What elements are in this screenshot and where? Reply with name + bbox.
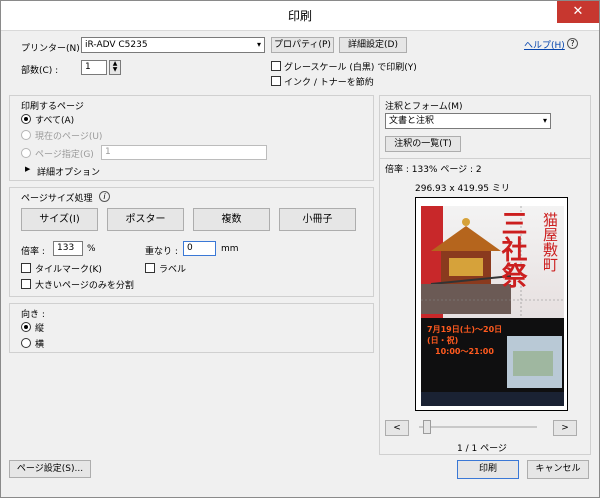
comments-heading: 注釈とフォーム(M) [385,102,463,112]
sizing-heading: ページサイズ処理 [21,194,93,204]
overlap-field[interactable]: 0 [183,241,216,256]
grayscale-checkbox[interactable] [271,61,281,71]
comments-select-value: 文書と注釈 [389,116,435,126]
poster-title: 三社祭 [497,210,527,288]
copies-label: 部数(C) : [21,66,59,76]
printer-select[interactable]: iR-ADV C5235 ▾ [81,37,265,53]
pages-current-label: 現在のページ(U) [35,132,103,142]
tab-poster[interactable]: ポスター [107,208,184,231]
pages-all-label: すべて(A) [35,116,75,126]
page-slider-thumb[interactable] [423,420,431,434]
pages-range-field[interactable]: 1 [101,145,267,160]
preview-size: 296.93 x 419.95 ミリ [415,184,510,194]
portrait-label: 縦 [35,324,45,334]
pages-range-radio[interactable] [21,148,31,158]
orientation-panel [9,303,374,353]
page-count: 1 / 1 ページ [457,444,507,454]
window-title: 印刷 [287,9,312,23]
overlap-unit: mm [221,244,239,254]
poster-date: 7月19日(土)〜20日(日・祝) [427,325,503,345]
properties-button[interactable]: プロパティ(P) [271,37,334,53]
advanced-button[interactable]: 詳細設定(D) [339,37,407,53]
info-icon[interactable]: i [99,191,110,202]
copies-field[interactable]: 1 [81,60,107,75]
portrait-radio[interactable] [21,322,31,332]
chevron-down-icon: ▾ [542,116,547,125]
copies-stepper[interactable]: ▲ ▼ [109,60,121,75]
scale-field[interactable]: 133 [53,241,83,256]
pages-range-label: ページ指定(G) [35,150,94,160]
pages-current-radio[interactable] [21,130,31,140]
cancel-button[interactable]: キャンセル [527,460,589,479]
landscape-label: 横 [35,340,45,350]
title-bar: 印刷 ✕ [1,1,599,31]
next-page-button[interactable]: > [553,420,577,436]
tile-marks-label: タイルマーク(K) [35,265,102,275]
tab-size[interactable]: サイズ(I) [21,208,98,231]
overlap-label: 重なり : [145,247,178,257]
printer-select-value: iR-ADV C5235 [85,40,148,50]
orientation-heading: 向き : [21,310,45,320]
help-icon[interactable]: ? [567,38,578,49]
labels-checkbox[interactable] [145,263,155,273]
printer-label: プリンター(N) : [21,44,86,54]
comments-summary-button[interactable]: 注釈の一覧(T) [385,136,461,152]
split-large-checkbox[interactable] [21,279,31,289]
expand-triangle-icon[interactable]: ▶ [25,165,30,173]
poster-image: 猫屋敷町 三社祭 7月19日(土)〜20日(日・祝) 10:00〜21:00 [421,206,564,406]
page-setup-button[interactable]: ページ設定(S)... [9,460,91,478]
tile-marks-checkbox[interactable] [21,263,31,273]
close-icon[interactable]: ✕ [557,1,599,23]
help-link[interactable]: ヘルプ(H) [524,38,565,51]
chevron-down-icon: ▾ [256,40,261,49]
scale-label: 倍率 : [21,247,45,257]
print-button[interactable]: 印刷 [457,460,519,479]
labels-label: ラベル [159,265,187,275]
comments-select[interactable]: 文書と注釈 ▾ [385,113,551,129]
save-ink-label: インク / トナーを節約 [284,78,374,88]
pages-all-radio[interactable] [21,114,31,124]
print-preview: 猫屋敷町 三社祭 7月19日(土)〜20日(日・祝) 10:00〜21:00 [415,197,568,411]
more-options-link[interactable]: 詳細オプション [37,165,100,178]
poster-time: 10:00〜21:00 [435,347,494,356]
print-dialog: 印刷 ✕ プリンター(N) : iR-ADV C5235 ▾ プロパティ(P) … [0,0,600,498]
prev-page-button[interactable]: < [385,420,409,436]
save-ink-checkbox[interactable] [271,76,281,86]
grayscale-label: グレースケール (白黒) で印刷(Y) [284,63,417,73]
tab-booklet[interactable]: 小冊子 [279,208,356,231]
pages-heading: 印刷するページ [21,102,84,112]
divider [379,158,591,159]
tab-multiple[interactable]: 複数 [193,208,270,231]
scale-unit: % [87,244,96,254]
landscape-radio[interactable] [21,338,31,348]
preview-info: 倍率 : 133% ページ : 2 [385,165,482,175]
split-large-label: 大きいページのみを分割 [35,281,134,291]
page-slider-track [419,426,537,428]
